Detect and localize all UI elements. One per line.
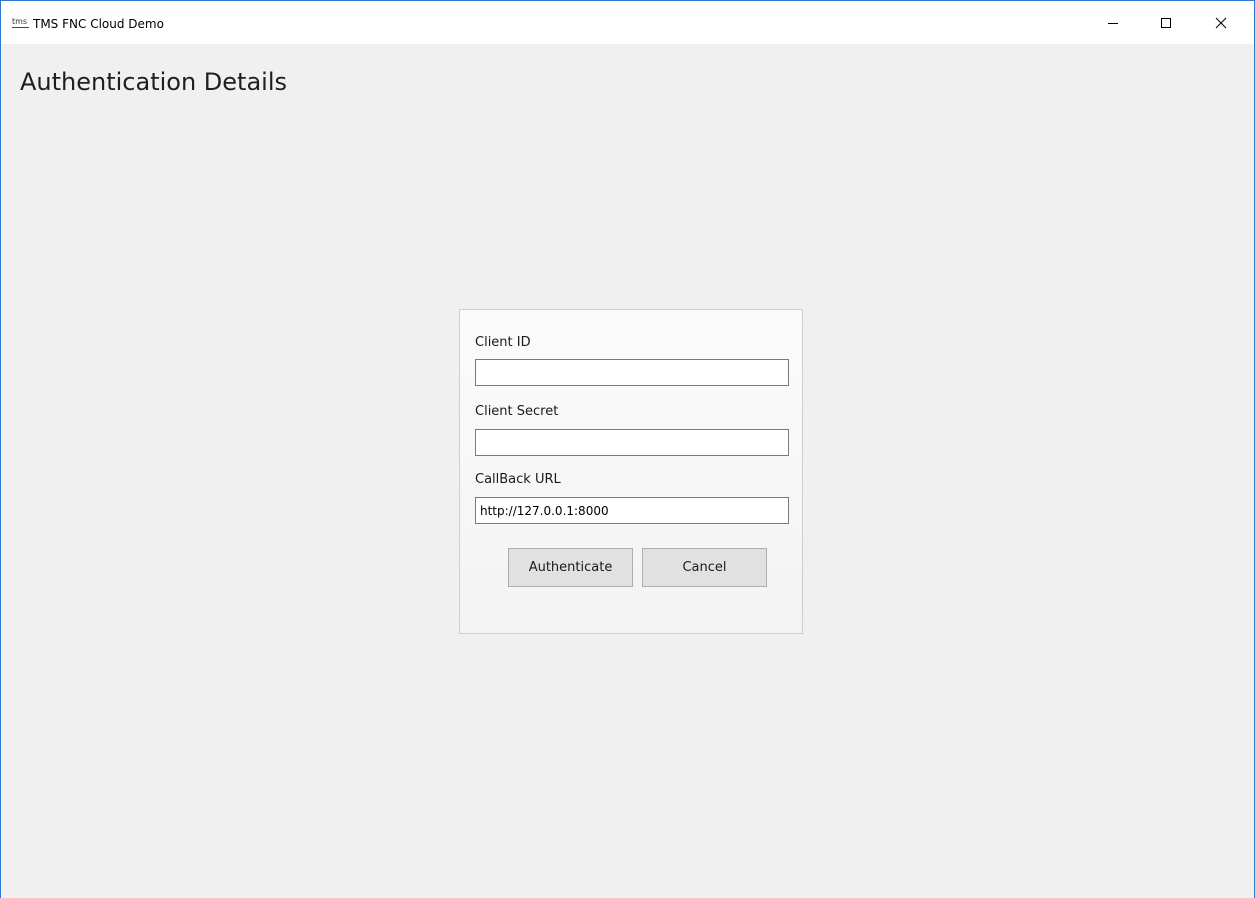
callback-url-input[interactable] (475, 497, 789, 524)
app-logo-text: tms (12, 17, 28, 26)
maximize-icon (1161, 18, 1171, 28)
client-id-input[interactable] (475, 359, 789, 386)
page-title: Authentication Details (20, 68, 288, 96)
app-logo-icon: tms (12, 18, 29, 30)
callback-url-label: CallBack URL (475, 472, 561, 487)
title-bar[interactable]: tms TMS FNC Cloud Demo (1, 1, 1254, 44)
authentication-panel: Client ID Client Secret CallBack URL Aut… (459, 309, 803, 634)
minimize-icon (1108, 23, 1118, 24)
close-icon (1215, 17, 1227, 29)
maximize-button[interactable] (1143, 2, 1189, 44)
client-secret-label: Client Secret (475, 404, 559, 419)
minimize-button[interactable] (1090, 2, 1136, 44)
authenticate-button[interactable]: Authenticate (508, 548, 633, 587)
close-button[interactable] (1198, 2, 1244, 44)
window-title: TMS FNC Cloud Demo (33, 17, 164, 31)
client-id-label: Client ID (475, 335, 531, 350)
cancel-button[interactable]: Cancel (642, 548, 767, 587)
app-window: tms TMS FNC Cloud Demo Authentication De… (0, 0, 1255, 898)
client-secret-input[interactable] (475, 429, 789, 456)
